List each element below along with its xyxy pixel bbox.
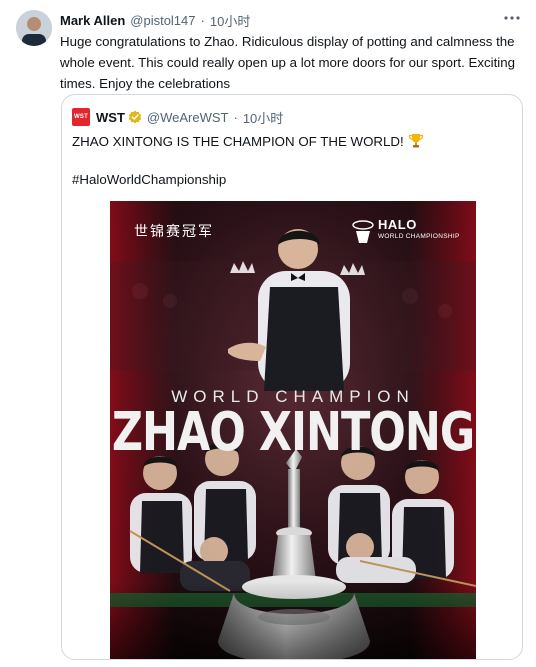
- tweet-header: Mark Allen @pistol147 · 10小时: [60, 10, 516, 30]
- trophy-icon: [408, 134, 423, 148]
- hashtag-link[interactable]: #HaloWorldChampionship: [72, 169, 226, 190]
- quoted-author-name[interactable]: WST: [96, 110, 125, 125]
- poster-brand: HALO: [378, 217, 417, 232]
- more-horizontal-icon: [504, 16, 520, 20]
- author-avatar[interactable]: [16, 10, 52, 46]
- separator-dot: ·: [233, 109, 238, 125]
- verified-badge-icon: [128, 110, 142, 124]
- quoted-tweet-text: ZHAO XINTONG IS THE CHAMPION OF THE WORL…: [72, 131, 512, 152]
- more-options-button[interactable]: [502, 8, 522, 28]
- quoted-tweet-header: WST WST @WeAreWST · 10小时: [72, 108, 283, 126]
- champion-poster-image[interactable]: 世锦赛冠军 HALO WORLD CHAMPIONSHIP WORLD CHAM…: [110, 201, 476, 659]
- author-handle[interactable]: @pistol147: [130, 13, 195, 28]
- quoted-text-body: ZHAO XINTONG IS THE CHAMPION OF THE WORL…: [72, 134, 404, 149]
- poster-brand-sub: WORLD CHAMPIONSHIP: [378, 233, 460, 240]
- quoted-tweet[interactable]: WST WST @WeAreWST · 10小时 ZHAO XINTONG IS…: [61, 94, 523, 660]
- quoted-author-handle[interactable]: @WeAreWST: [147, 110, 229, 125]
- tweet-timestamp[interactable]: 10小时: [210, 11, 250, 30]
- author-name[interactable]: Mark Allen: [60, 13, 125, 28]
- quoted-timestamp[interactable]: 10小时: [243, 108, 283, 127]
- poster-chinese-caption: 世锦赛冠军: [134, 224, 214, 240]
- wst-logo-avatar[interactable]: WST: [72, 108, 90, 126]
- tweet-text: Huge congratulations to Zhao. Ridiculous…: [60, 34, 516, 91]
- separator-dot: ·: [200, 12, 205, 28]
- poster-headline-big: ZHAO XINTONG: [111, 401, 475, 464]
